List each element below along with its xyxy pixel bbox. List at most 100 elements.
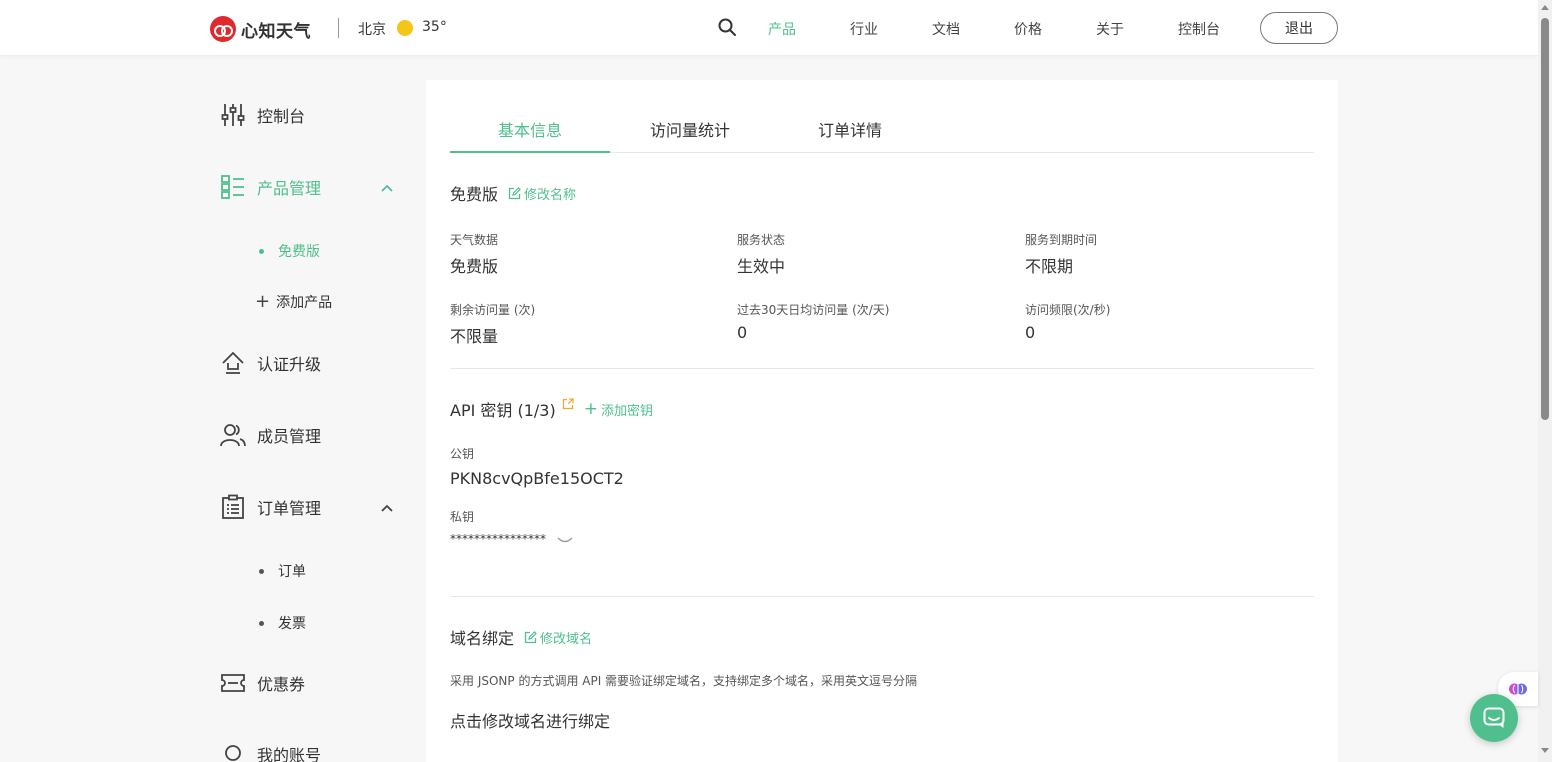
sidebar-sublabel-invoices: 发票 — [278, 616, 306, 632]
logout-button[interactable]: 退出 — [1260, 12, 1338, 44]
sidebar-item-my-account[interactable]: 我的账号 — [220, 741, 321, 762]
tab-order-details[interactable]: 订单详情 — [770, 117, 930, 141]
plus-icon: + — [583, 398, 598, 419]
sidebar-label-product-management: 产品管理 — [257, 179, 322, 198]
sliders-icon — [221, 104, 245, 126]
eye-closed-icon[interactable] — [557, 535, 573, 545]
sidebar-subitem-invoices[interactable]: 发票 — [258, 613, 306, 633]
nav-industry[interactable]: 行业 — [850, 19, 878, 39]
sidebar-label-member-management: 成员管理 — [257, 427, 322, 446]
section-divider — [450, 596, 1314, 597]
chevron-up-icon[interactable] — [380, 501, 394, 515]
logo-infinity-icon — [210, 16, 236, 42]
field-value-avg-daily-visits: 0 — [737, 323, 748, 342]
logo-text: 心知天气 — [241, 21, 311, 42]
sidebar-label-console: 控制台 — [257, 107, 306, 126]
chevron-up-icon[interactable] — [380, 181, 394, 195]
sidebar-sublabel-add-product: 添加产品 — [276, 295, 333, 311]
sidebar-sublabel-orders: 订单 — [278, 564, 306, 580]
sidebar-sublabel-free-plan: 免费版 — [278, 244, 320, 260]
sunny-weather-icon — [397, 20, 413, 36]
bullet-dot — [259, 248, 264, 254]
page-scrollbar[interactable] — [1538, 0, 1552, 762]
sidebar-item-coupons[interactable]: 优惠券 — [220, 670, 305, 696]
tab-basic-info[interactable]: 基本信息 — [450, 117, 610, 141]
edit-icon — [524, 630, 537, 643]
brain-icon — [1509, 683, 1527, 695]
clipboard-icon — [222, 494, 244, 519]
sidebar-label-cert-upgrade: 认证升级 — [257, 355, 322, 374]
field-label-service-status: 服务状态 — [737, 233, 786, 247]
ticket-icon — [221, 674, 245, 692]
api-key-title: API 密钥 (1/3) — [450, 401, 556, 420]
chat-bubble-icon — [1483, 707, 1505, 728]
field-value-remaining-quota: 不限量 — [450, 327, 499, 346]
sidebar-subitem-add-product[interactable]: + 添加产品 — [255, 291, 333, 312]
nav-about[interactable]: 关于 — [1096, 19, 1124, 39]
list-grid-icon — [221, 175, 244, 199]
api-key-section-title: API 密钥 (1/3) + 添加密钥 — [450, 397, 653, 421]
sidebar-item-console[interactable]: 控制台 — [220, 102, 305, 128]
nav-pricing[interactable]: 价格 — [1014, 19, 1042, 39]
domain-binding-placeholder[interactable]: 点击修改域名进行绑定 — [450, 708, 610, 732]
nav-products[interactable]: 产品 — [768, 19, 796, 39]
edit-name-link[interactable]: 修改名称 — [508, 184, 576, 203]
add-key-label: 添加密钥 — [600, 403, 653, 419]
sidebar-subitem-orders[interactable]: 订单 — [258, 561, 306, 581]
sidebar-item-product-management[interactable]: 产品管理 — [220, 174, 321, 200]
account-circle-icon — [225, 745, 241, 761]
private-key-value: **************** — [450, 532, 546, 546]
edit-domain-label: 修改域名 — [540, 631, 593, 647]
edit-icon — [508, 186, 521, 199]
field-label-rate-limit: 访问频限(次/秒) — [1025, 303, 1111, 317]
field-label-weather-data: 天气数据 — [450, 233, 499, 247]
users-icon — [220, 424, 246, 447]
external-link-icon[interactable] — [562, 398, 574, 410]
field-value-expiry: 不限期 — [1025, 257, 1074, 276]
nav-console[interactable]: 控制台 — [1178, 19, 1220, 39]
add-key-link[interactable]: + 添加密钥 — [584, 400, 653, 419]
scroll-down-arrow-icon[interactable] — [1541, 748, 1549, 753]
tab-traffic-stats[interactable]: 访问量统计 — [610, 117, 770, 141]
top-header: 心知天气 北京 35° 产品 行业 文档 价格 关于 控制台 退出 — [0, 0, 1538, 56]
field-label-avg-daily-visits: 过去30天日均访问量 (次/天) — [737, 303, 890, 317]
bullet-dot — [259, 568, 264, 574]
field-value-service-status: 生效中 — [737, 257, 786, 276]
brand-logo[interactable]: 心知天气 — [210, 16, 311, 42]
domain-section-title: 域名绑定 修改域名 — [450, 625, 592, 649]
search-icon[interactable] — [718, 18, 736, 36]
main-card: 基本信息 访问量统计 订单详情 免费版 修改名称 天气数据 免费版 服务状态 生… — [426, 80, 1338, 762]
field-label-expiry: 服务到期时间 — [1025, 233, 1098, 247]
edit-domain-link[interactable]: 修改域名 — [524, 628, 592, 647]
nav-docs[interactable]: 文档 — [932, 19, 960, 39]
sidebar-subitem-free-plan[interactable]: 免费版 — [258, 241, 320, 261]
private-key-label: 私钥 — [450, 510, 475, 524]
upgrade-arrow-icon — [222, 351, 244, 374]
field-value-rate-limit: 0 — [1025, 323, 1036, 342]
scrollbar-thumb[interactable] — [1541, 18, 1549, 420]
public-key-label: 公钥 — [450, 447, 475, 461]
plus-icon: + — [255, 291, 271, 312]
sidebar-item-member-management[interactable]: 成员管理 — [220, 422, 321, 448]
scroll-up-arrow-icon[interactable] — [1541, 5, 1549, 10]
field-label-remaining-quota: 剩余访问量 (次) — [450, 303, 536, 317]
sidebar-label-order-management: 订单管理 — [257, 499, 322, 518]
bullet-dot — [259, 620, 264, 626]
plan-section-title: 免费版 修改名称 — [450, 181, 576, 205]
header-divider — [338, 18, 339, 38]
edit-name-label: 修改名称 — [524, 187, 577, 203]
public-key-value[interactable]: PKN8cvQpBfe15OCT2 — [450, 469, 624, 488]
section-divider — [450, 368, 1314, 369]
city-name[interactable]: 北京 — [358, 19, 386, 39]
active-tab-indicator — [450, 151, 610, 153]
domain-title: 域名绑定 — [450, 629, 515, 648]
sidebar-item-order-management[interactable]: 订单管理 — [220, 494, 321, 520]
plan-name: 免费版 — [450, 185, 499, 204]
sidebar-label-coupons: 优惠券 — [257, 675, 306, 694]
chat-support-button[interactable] — [1470, 694, 1518, 742]
field-value-weather-data: 免费版 — [450, 257, 499, 276]
sidebar-item-cert-upgrade[interactable]: 认证升级 — [220, 350, 321, 376]
tab-bar: 基本信息 访问量统计 订单详情 — [450, 104, 1314, 153]
domain-binding-note: 采用 JSONP 的方式调用 API 需要验证绑定域名，支持绑定多个域名，采用英… — [450, 674, 918, 688]
sidebar-label-my-account: 我的账号 — [257, 746, 322, 762]
